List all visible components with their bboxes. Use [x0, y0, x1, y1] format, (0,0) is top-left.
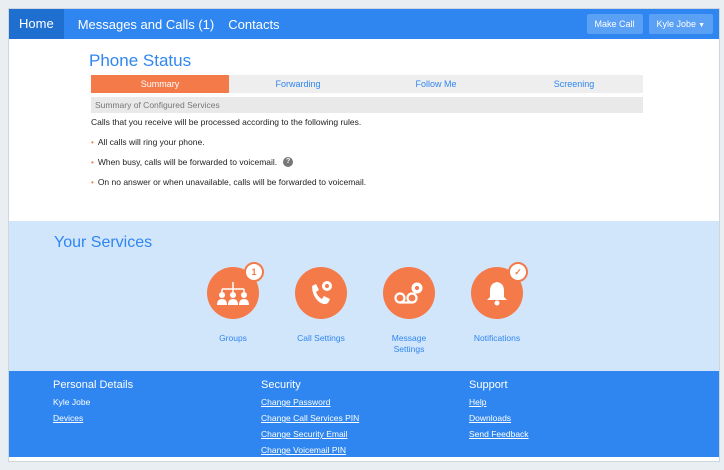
nav-messages[interactable]: Messages and Calls (1) — [78, 17, 215, 32]
footer-support: Support Help Downloads Send Feedback — [469, 379, 529, 445]
rule-item: • When busy, calls will be forwarded to … — [89, 157, 719, 167]
devices-link[interactable]: Devices — [53, 413, 133, 423]
status-tabs: Summary Forwarding Follow Me Screening — [91, 75, 643, 93]
nav-actions: Make Call Kyle Jobe ▼ — [586, 14, 713, 34]
help-link[interactable]: Help — [469, 397, 529, 407]
service-call-settings[interactable]: Call Settings — [281, 267, 361, 344]
rule-text: All calls will ring your phone. — [97, 137, 205, 147]
bullet-icon: • — [91, 157, 94, 167]
help-icon[interactable]: ? — [283, 157, 294, 167]
rule-item: • On no answer or when unavailable, call… — [89, 177, 719, 187]
phone-status-section: Phone Status Summary Forwarding Follow M… — [9, 39, 719, 221]
feedback-link[interactable]: Send Feedback — [469, 429, 529, 439]
nav-home[interactable]: Home — [9, 9, 64, 39]
tab-summary[interactable]: Summary — [91, 75, 229, 93]
check-icon: ✓ — [508, 262, 528, 282]
service-label[interactable]: Groups — [193, 333, 273, 344]
service-label[interactable]: Message Settings — [384, 333, 434, 355]
service-notifications[interactable]: ✓ Notifications — [457, 262, 537, 344]
user-name: Kyle Jobe — [656, 19, 697, 29]
footer-heading: Security — [261, 379, 301, 391]
service-message-settings[interactable]: Message Settings — [369, 267, 449, 355]
summary-header: Summary of Configured Services — [91, 97, 643, 113]
voicemail-settings-icon[interactable] — [383, 267, 435, 319]
change-password-link[interactable]: Change Password — [261, 397, 359, 407]
make-call-button[interactable]: Make Call — [586, 14, 643, 34]
bullet-icon: • — [91, 177, 94, 187]
top-nav: Home Messages and Calls (1) Contacts Mak… — [9, 9, 719, 39]
change-email-link[interactable]: Change Security Email — [261, 429, 359, 439]
groups-badge: 1 — [244, 262, 264, 282]
tab-forwarding[interactable]: Forwarding — [229, 75, 367, 93]
tab-follow-me[interactable]: Follow Me — [367, 75, 505, 93]
change-pin-link[interactable]: Change Call Services PIN — [261, 413, 359, 423]
page-title: Phone Status — [89, 51, 192, 70]
call-settings-icon[interactable] — [295, 267, 347, 319]
footer-heading: Support — [469, 379, 508, 391]
service-label[interactable]: Call Settings — [281, 333, 361, 344]
nav-contacts[interactable]: Contacts — [228, 17, 279, 32]
bell-icon[interactable]: ✓ — [471, 262, 528, 319]
service-label[interactable]: Notifications — [457, 333, 537, 344]
app-frame: Home Messages and Calls (1) Contacts Mak… — [8, 8, 720, 462]
groups-icon[interactable]: 1 — [207, 262, 264, 319]
footer-security: Security Change Password Change Call Ser… — [261, 379, 359, 461]
bullet-icon: • — [91, 137, 94, 147]
change-voicemail-pin-link[interactable]: Change Voicemail PIN — [261, 445, 359, 455]
footer-personal: Personal Details Kyle Jobe Devices — [53, 379, 133, 429]
footer: Personal Details Kyle Jobe Devices Secur… — [9, 371, 719, 457]
services-title: Your Services — [54, 234, 153, 251]
chevron-down-icon: ▼ — [698, 22, 705, 29]
services-section: Your Services 1 Groups Call Settings Mes… — [9, 221, 719, 371]
rule-text: When busy, calls will be forwarded to vo… — [97, 157, 278, 167]
tab-screening[interactable]: Screening — [505, 75, 643, 93]
downloads-link[interactable]: Downloads — [469, 413, 529, 423]
footer-heading: Personal Details — [53, 379, 134, 391]
rule-text: On no answer or when unavailable, calls … — [97, 177, 367, 187]
service-groups[interactable]: 1 Groups — [193, 262, 273, 344]
user-menu-button[interactable]: Kyle Jobe ▼ — [648, 14, 713, 34]
rule-item: • All calls will ring your phone. — [89, 137, 719, 147]
user-name-text: Kyle Jobe — [53, 397, 91, 407]
rules-intro: Calls that you receive will be processed… — [91, 117, 362, 127]
